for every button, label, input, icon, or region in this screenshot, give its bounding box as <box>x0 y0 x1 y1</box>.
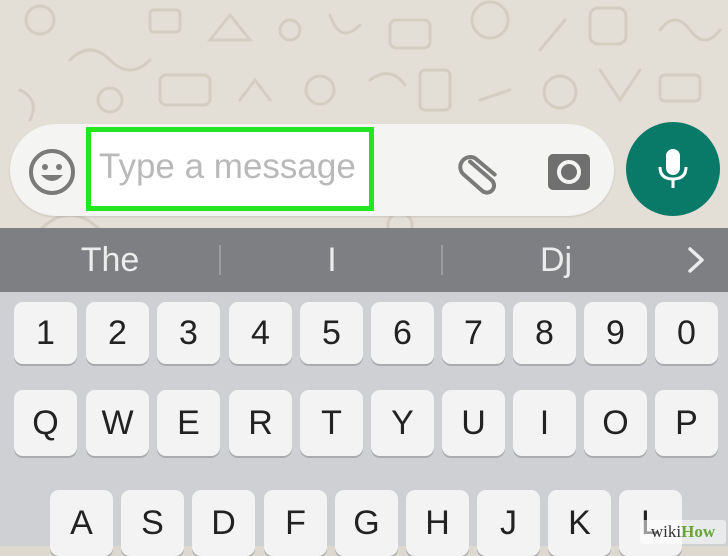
smiley-icon <box>29 149 75 195</box>
key-1[interactable]: 1 <box>14 302 77 364</box>
key-9[interactable]: 9 <box>584 302 647 364</box>
suggestion-item[interactable]: Dj <box>486 228 626 292</box>
key-u[interactable]: U <box>442 390 505 456</box>
key-p[interactable]: P <box>655 390 718 456</box>
suggestion-expand-button[interactable] <box>682 245 710 275</box>
key-8[interactable]: 8 <box>513 302 576 364</box>
key-6[interactable]: 6 <box>371 302 434 364</box>
key-k[interactable]: K <box>548 490 611 556</box>
suggestion-item[interactable]: I <box>262 228 402 292</box>
suggestion-divider <box>441 245 443 275</box>
chevron-right-icon <box>688 247 704 273</box>
key-0[interactable]: 0 <box>655 302 718 364</box>
microphone-icon <box>658 149 688 188</box>
key-d[interactable]: D <box>192 490 255 556</box>
key-r[interactable]: R <box>229 390 292 456</box>
key-j[interactable]: J <box>477 490 540 556</box>
watermark-suffix: How <box>681 522 716 541</box>
key-t[interactable]: T <box>300 390 363 456</box>
message-field[interactable] <box>86 127 374 211</box>
key-a[interactable]: A <box>50 490 113 556</box>
key-7[interactable]: 7 <box>442 302 505 364</box>
key-h[interactable]: H <box>406 490 469 556</box>
key-i[interactable]: I <box>513 390 576 456</box>
key-o[interactable]: O <box>584 390 647 456</box>
key-3[interactable]: 3 <box>157 302 220 364</box>
attach-button[interactable] <box>454 146 506 198</box>
watermark-prefix: wiki <box>650 522 682 541</box>
key-g[interactable]: G <box>335 490 398 556</box>
paperclip-icon <box>458 155 497 195</box>
camera-button[interactable] <box>546 148 592 194</box>
key-5[interactable]: 5 <box>300 302 363 364</box>
key-e[interactable]: E <box>157 390 220 456</box>
suggestion-item[interactable]: The <box>40 228 180 292</box>
key-f[interactable]: F <box>264 490 327 556</box>
key-w[interactable]: W <box>86 390 149 456</box>
key-q[interactable]: Q <box>14 390 77 456</box>
camera-icon <box>548 154 590 190</box>
wikihow-watermark: wikiHow <box>640 520 726 544</box>
key-y[interactable]: Y <box>371 390 434 456</box>
key-2[interactable]: 2 <box>86 302 149 364</box>
message-input[interactable] <box>91 132 369 206</box>
suggestion-divider <box>219 245 221 275</box>
emoji-button[interactable] <box>28 148 76 196</box>
key-4[interactable]: 4 <box>229 302 292 364</box>
key-s[interactable]: S <box>121 490 184 556</box>
voice-record-button[interactable] <box>626 122 720 216</box>
